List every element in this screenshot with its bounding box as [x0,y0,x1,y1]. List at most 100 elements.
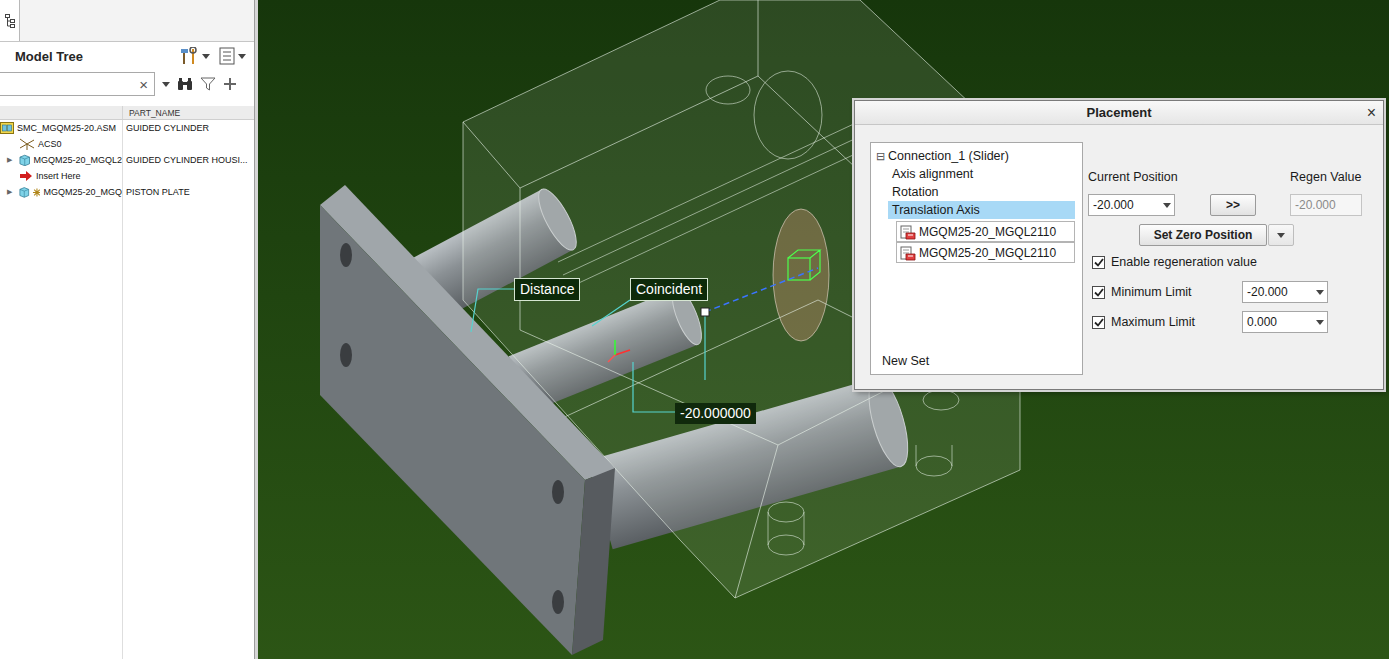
close-button[interactable]: × [1367,105,1383,121]
tree-name: MGQM25-20_MGQ [43,187,122,197]
app-window: Model Tree × PART_NAME SMC_MGQM25-20.ASM GUI… [0,0,1389,659]
model-tree-panel: Model Tree × PART_NAME SMC_MGQM25-20.ASM GUI… [0,0,255,659]
constraint-lines [471,289,705,412]
connection-label: Connection_1 (Slider) [888,149,1009,163]
option-checkbox[interactable]: Enable regeneration value [1088,255,1242,269]
connection-item[interactable]: Translation Axis [888,201,1075,219]
tree-empty-area [0,200,254,659]
connection-row[interactable]: ⊟Connection_1 (Slider) [871,147,1082,165]
part-name-cell [123,136,254,152]
insert-arrow-icon [19,170,33,182]
drag-handle[interactable] [701,308,709,316]
column-header-cell[interactable]: PART_NAME [123,106,254,119]
constraint-label[interactable]: Distance [514,278,580,301]
dimension-label[interactable]: -20.000000 [675,403,756,424]
settings-button[interactable] [177,47,212,65]
packaged-icon [33,188,41,197]
reference-icon [900,224,916,240]
reference-list: MGQM25-20_MGQL2110MGQM25-20_MGQL2110 [896,221,1075,263]
tree-name: ACS0 [38,139,62,149]
tree-expander[interactable]: ▶ [3,188,16,196]
tree-column-header [0,106,123,119]
column-header: PART_NAME [0,106,254,120]
tree-name-cell: ▶ MGQM25-20_MGQL2 [0,152,123,168]
dialog-title: Placement [1086,105,1151,120]
placement-dialog: Placement×⊟Connection_1 (Slider)Axis ali… [854,100,1384,390]
part-name-cell [123,168,254,184]
assembly-icon [0,122,14,134]
tree-name-cell: ▶ MGQM25-20_MGQ [0,184,123,200]
checkbox[interactable] [1092,316,1105,329]
binoculars-icon[interactable] [177,77,193,91]
reference-row[interactable]: MGQM25-20_MGQL2110 [896,242,1075,263]
model-tree-tab[interactable] [0,0,20,41]
dialog-title-bar[interactable]: Placement × [855,101,1383,125]
tree-name: SMC_MGQM25-20.ASM [17,123,116,133]
check-icon [1094,288,1104,297]
connection-tree: ⊟Connection_1 (Slider)Axis alignmentRota… [870,142,1083,375]
filter-icon[interactable] [200,77,216,91]
translation-axis [705,268,818,312]
search-field[interactable]: × [0,72,155,96]
tree-name-cell: ACS0 [0,136,123,152]
option-row: Maximum Limit0.000 [1088,310,1378,334]
connection-item[interactable]: Axis alignment [888,165,1075,183]
zero-row: Set Zero Position [1139,224,1378,246]
zero-menu-caret-icon [1277,233,1285,238]
model-tree-tools [177,47,248,65]
part-name-cell: GUIDED CYLINDER [123,120,254,136]
position-panel: Current PositionRegen Value-20.000>>-20.… [1088,142,1378,389]
tree-name-cell: Insert Here [0,168,123,184]
check-icon [1094,258,1104,267]
reference-icon [900,245,916,261]
show-caret-icon [238,54,246,59]
tree-row[interactable]: ▶MGQM25-20_MGQL2GUIDED CYLINDER HOUSI... [0,152,254,168]
options-list: Enable regeneration value Minimum Limit-2… [1088,250,1378,334]
constraint-label[interactable]: Coincident [630,278,708,301]
position-values: -20.000 >> -20.000 [1088,194,1378,216]
set-zero-button[interactable]: Set Zero Position [1139,224,1267,246]
add-column-icon[interactable] [223,77,237,91]
show-button[interactable] [217,47,248,65]
tree-row[interactable]: ▶ MGQM25-20_MGQPISTON PLATE [0,184,254,200]
current-position-label: Current Position [1088,170,1290,184]
csys-icon [19,138,35,150]
new-set[interactable]: New Set [871,354,1082,368]
tree-name: MGQM25-20_MGQL2 [33,155,122,165]
limit-caret-icon [1316,320,1324,325]
part-icon [19,154,30,166]
limit-field[interactable]: -20.000 [1242,281,1328,303]
list-icon [219,47,235,65]
apply-button[interactable]: >> [1210,194,1256,216]
part-icon [19,186,30,198]
clear-search-button[interactable]: × [133,77,154,92]
tools-icon [179,47,199,65]
current-position-field[interactable]: -20.000 [1088,194,1175,216]
limit-caret-icon [1316,290,1324,295]
tree-row[interactable]: ACS0 [0,136,254,152]
option-checkbox[interactable]: Maximum Limit [1088,315,1242,329]
option-row: Minimum Limit-20.000 [1088,280,1378,304]
tree-name-cell: SMC_MGQM25-20.ASM [0,120,123,136]
zero-menu-button[interactable] [1268,224,1294,246]
tree-row[interactable]: SMC_MGQM25-20.ASM GUIDED CYLINDER [0,120,254,136]
checkbox[interactable] [1092,286,1105,299]
tree-row[interactable]: Insert Here [0,168,254,184]
checkbox[interactable] [1092,256,1105,269]
reference-row[interactable]: MGQM25-20_MGQL2110 [896,221,1075,242]
collapse-toggle[interactable]: ⊟ [876,150,885,163]
position-labels: Current PositionRegen Value [1088,170,1378,184]
green-cube [788,250,820,280]
connection-item[interactable]: Rotation [888,183,1075,201]
navigator-tabs [0,0,254,42]
regen-value-field: -20.000 [1290,194,1362,216]
limit-field[interactable]: 0.000 [1242,311,1328,333]
tree-expander[interactable]: ▶ [3,156,16,164]
tree-icon [5,14,15,28]
front-plate [320,185,615,655]
option-row: Enable regeneration value [1088,250,1378,274]
option-checkbox[interactable]: Minimum Limit [1088,285,1242,299]
model-tree-title: Model Tree [15,49,83,64]
check-icon [1094,318,1104,327]
part-name-cell: PISTON PLATE [123,184,254,200]
